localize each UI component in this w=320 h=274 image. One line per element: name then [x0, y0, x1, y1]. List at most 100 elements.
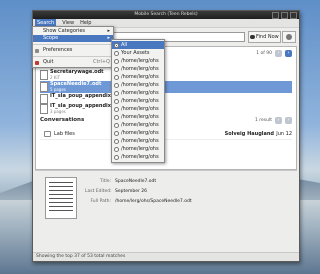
prev-page-icon[interactable]: ‹: [275, 50, 282, 57]
scope-option-label: /home/lerg/ohs: [121, 98, 159, 104]
document-icon: [40, 70, 48, 80]
scope-option[interactable]: /home/lerg/ohs: [112, 129, 164, 137]
scope-option[interactable]: /home/lerg/ohs: [112, 97, 164, 105]
scope-option-label: /home/lerg/ohs: [121, 154, 159, 160]
scope-option-label: Your Assets: [121, 50, 150, 56]
full-path-label: Full Path:: [90, 199, 111, 204]
radio-icon: [114, 155, 119, 160]
radio-icon: [114, 43, 119, 48]
menu-separator: [33, 56, 113, 57]
conversation-row[interactable]: Lab files Solveig Haugland Jun 12: [40, 129, 292, 140]
radio-icon: [114, 83, 119, 88]
next-page-icon[interactable]: ›: [285, 50, 292, 57]
file-item-selected[interactable]: SpaceNeedle7.odt 5 pages: [40, 81, 292, 93]
scope-option-label: /home/lerg/ohs: [121, 82, 159, 88]
maximize-button[interactable]: [281, 12, 288, 19]
scope-submenu: All Your Assets /home/lerg/ohs /home/ler…: [111, 39, 165, 163]
conversation-person: Solveig Haugland: [224, 131, 274, 137]
conversations-heading: Conversations: [40, 117, 85, 123]
search-menu-dropdown: Show Categories ▸ Scope ▸ Preferences Qu…: [32, 26, 114, 68]
menu-item-label: Scope: [43, 35, 59, 41]
close-button[interactable]: [290, 12, 297, 19]
conversation-subject: Lab files: [54, 131, 75, 137]
file-meta: 3 pages: [50, 109, 66, 114]
menu-item-preferences[interactable]: Preferences: [33, 47, 113, 54]
files-nav: 1 of 90 ‹ ›: [256, 50, 292, 57]
scope-option-label: /home/lerg/ohs: [121, 114, 159, 120]
last-edited-label: Last Edited:: [85, 189, 112, 194]
radio-icon: [114, 99, 119, 104]
settings-icon[interactable]: [282, 31, 296, 43]
radio-icon: [114, 75, 119, 80]
scope-option[interactable]: /home/lerg/ohs: [112, 137, 164, 145]
scope-option-label: /home/lerg/ohs: [121, 90, 159, 96]
scope-option-label: /home/lerg/ohs: [121, 106, 159, 112]
scope-option[interactable]: /home/lerg/ohs: [112, 89, 164, 97]
menu-item-scope[interactable]: Scope ▸: [33, 35, 113, 42]
submenu-arrow-icon: ▸: [107, 28, 110, 34]
conversations-count: 1 result: [254, 118, 272, 123]
scope-option[interactable]: /home/lerg/ohs: [112, 121, 164, 129]
chat-bubble-icon: [44, 131, 51, 137]
full-path-value[interactable]: /home/lerg/ohs/SpaceNeedle7.odt: [115, 199, 192, 204]
scope-option-label: /home/lerg/ohs: [121, 74, 159, 80]
radio-icon: [114, 51, 119, 56]
radio-icon: [114, 131, 119, 136]
scope-option[interactable]: /home/lerg/ohs: [112, 65, 164, 73]
document-thumbnail: [45, 177, 77, 219]
radio-icon: [114, 59, 119, 64]
menu-shortcut: Ctrl+Q: [92, 59, 110, 65]
scope-option-label: /home/lerg/ohs: [121, 58, 159, 64]
preview-pane: Title: SpaceNeedle7.odt Last Edited: Sep…: [35, 170, 297, 251]
scope-option-label: /home/lerg/ohs: [121, 130, 159, 136]
conversations-nav: 1 result ‹ ›: [255, 117, 292, 124]
radio-icon: [114, 123, 119, 128]
file-meta: 2 KiT: [50, 75, 60, 80]
radio-icon: [114, 67, 119, 72]
scope-option[interactable]: /home/lerg/ohs: [112, 73, 164, 81]
menu-item-quit[interactable]: Quit Ctrl+Q: [33, 59, 113, 66]
document-icon: [40, 104, 48, 114]
next-page-icon[interactable]: ›: [285, 117, 292, 124]
window-title: Mobile Search (Teen Rebels): [134, 12, 198, 17]
scope-option-label: /home/lerg/ohs: [121, 146, 159, 152]
find-now-label: Find Now: [256, 34, 279, 40]
scope-option[interactable]: All: [112, 41, 164, 49]
scope-option-label: /home/lerg/ohs: [121, 138, 159, 144]
file-item[interactable]: Secretarywage.odt 2 KiT: [40, 69, 292, 81]
submenu-arrow-icon: ▸: [107, 35, 110, 41]
window-titlebar[interactable]: Mobile Search (Teen Rebels): [33, 11, 299, 19]
scope-option-label: /home/lerg/ohs: [121, 122, 159, 128]
menu-item-label: Preferences: [43, 47, 73, 53]
title-label: Title:: [99, 179, 111, 184]
quit-icon: [35, 61, 39, 65]
scope-option[interactable]: /home/lerg/ohs: [112, 105, 164, 113]
prev-page-icon[interactable]: ‹: [275, 117, 282, 124]
file-meta: 5 pages: [50, 87, 66, 92]
radio-icon: [114, 107, 119, 112]
radio-icon: [114, 115, 119, 120]
files-count: 1 of 90: [256, 51, 272, 56]
find-now-button[interactable]: Find Now: [248, 31, 281, 43]
scope-option-label: /home/lerg/ohs: [121, 66, 159, 72]
scope-option[interactable]: /home/lerg/ohs: [112, 113, 164, 121]
menu-item-show-categories[interactable]: Show Categories ▸: [33, 28, 113, 35]
radio-icon: [114, 91, 119, 96]
scope-option[interactable]: /home/lerg/ohs: [112, 153, 164, 161]
scope-option[interactable]: /home/lerg/ohs: [112, 145, 164, 153]
binoculars-icon: [250, 35, 255, 39]
document-icon: [40, 82, 48, 92]
radio-icon: [114, 139, 119, 144]
scope-option[interactable]: /home/lerg/ohs: [112, 57, 164, 65]
file-item[interactable]: IT_sla_poup_appendix_9.xsw 3 pages: [40, 103, 292, 115]
scope-option[interactable]: /home/lerg/ohs: [112, 81, 164, 89]
radio-icon: [114, 147, 119, 152]
scope-option[interactable]: Your Assets: [112, 49, 164, 57]
minimize-button[interactable]: [272, 12, 279, 19]
preferences-icon: [35, 49, 39, 53]
scope-option-label: All: [121, 42, 128, 48]
menu-item-label: Show Categories: [43, 28, 86, 34]
menu-item-label: Quit: [43, 59, 54, 65]
title-value: SpaceNeedle7.odt: [115, 179, 157, 184]
status-bar: Showing the top 37 of 53 total matches: [33, 252, 299, 261]
